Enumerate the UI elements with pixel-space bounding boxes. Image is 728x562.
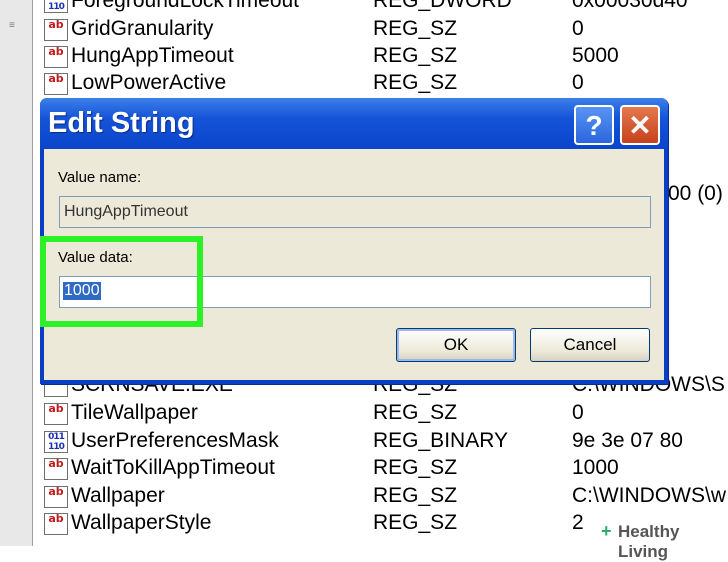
help-button[interactable]: ? xyxy=(574,105,614,145)
registry-partial-data: 00 (0) xyxy=(668,182,723,205)
registry-row[interactable]: ab Wallpaper REG_SZ C:\WINDOWS\w xyxy=(40,483,728,511)
registry-row[interactable]: ab TileWallpaper REG_SZ 0 xyxy=(40,400,728,428)
binary-value-icon: 011110 xyxy=(44,0,68,13)
watermark: + Healthy Living xyxy=(596,519,728,561)
string-value-icon: ab xyxy=(44,19,68,41)
registry-row[interactable]: ab HungAppTimeout REG_SZ 5000 xyxy=(40,43,728,71)
watermark-text: Healthy Living xyxy=(618,522,680,561)
binary-value-icon: 011110 xyxy=(44,431,68,453)
splitter-grip-icon: ≡ xyxy=(9,20,15,31)
value-data-highlight-box xyxy=(40,236,203,327)
value-name-field: HungAppTimeout xyxy=(59,196,651,228)
registry-row[interactable]: ab GridGranularity REG_SZ 0 xyxy=(40,16,728,44)
dialog-title: Edit String xyxy=(48,107,195,139)
close-button[interactable]: ✕ xyxy=(620,105,660,145)
string-value-icon: ab xyxy=(44,513,68,535)
value-name-label: Value name: xyxy=(58,169,142,186)
registry-row[interactable]: 011 110 UserPreferencesMask REG_BINARY 9e… xyxy=(40,428,728,456)
string-value-icon: ab xyxy=(44,486,68,508)
registry-row[interactable]: ab LowPowerActive REG_SZ 0 xyxy=(40,70,728,98)
registry-tree-pane[interactable]: ≡ xyxy=(0,0,33,546)
cancel-button[interactable]: Cancel xyxy=(530,328,650,362)
healthy-living-logo-icon: + xyxy=(601,521,612,541)
registry-row[interactable]: 011110 ForegroundLockTimeout REG_DWORD 0… xyxy=(40,0,728,16)
dialog-titlebar[interactable]: Edit String ? ✕ xyxy=(40,98,668,149)
ok-button[interactable]: OK xyxy=(396,328,516,362)
registry-row[interactable]: ab WaitToKillAppTimeout REG_SZ 1000 xyxy=(40,455,728,483)
string-value-icon: ab xyxy=(44,403,68,425)
string-value-icon: ab xyxy=(44,458,68,480)
string-value-icon: ab xyxy=(44,73,68,95)
string-value-icon: ab xyxy=(44,46,68,68)
